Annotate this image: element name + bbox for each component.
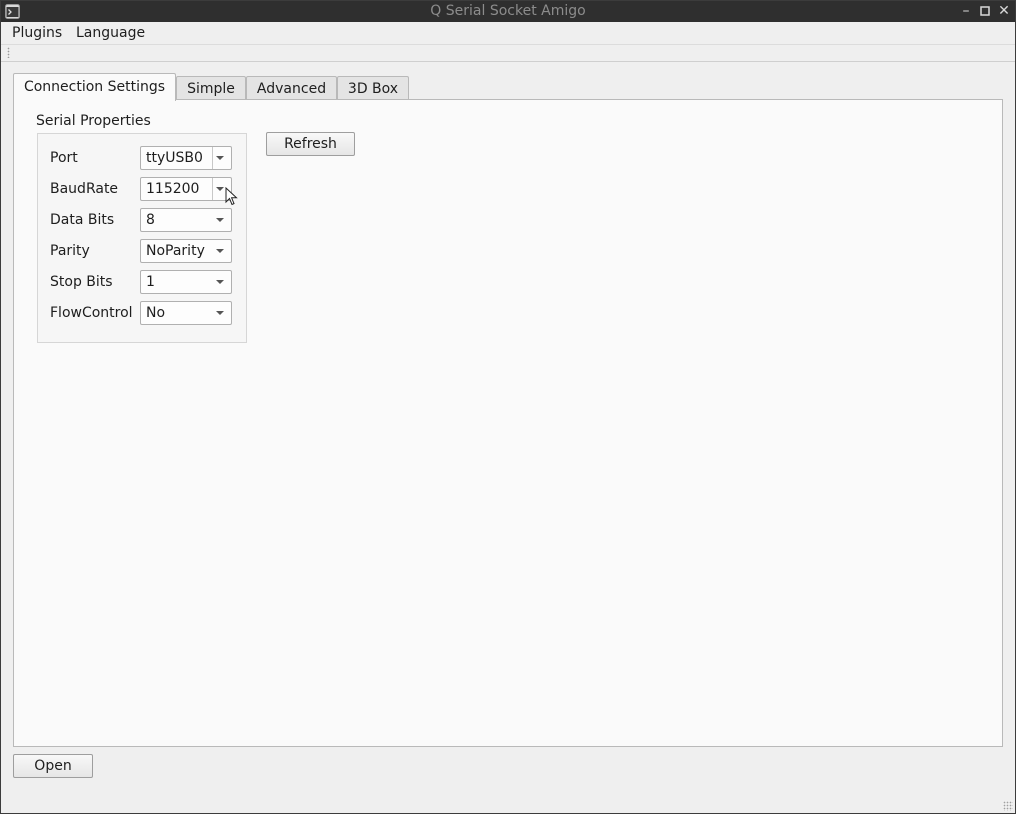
chevron-down-icon (216, 218, 224, 222)
chevron-down-icon (216, 311, 224, 315)
flowcontrol-value: No (146, 305, 166, 321)
combo-separator (212, 147, 213, 169)
menu-bar: Plugins Language (1, 22, 1015, 44)
close-icon[interactable]: ✕ (996, 3, 1012, 19)
tab-connection-settings[interactable]: Connection Settings (13, 73, 176, 101)
menu-language[interactable]: Language (76, 25, 145, 41)
tab-simple[interactable]: Simple (176, 76, 246, 101)
minimize-icon[interactable]: – (958, 3, 974, 19)
connection-settings-panel: Serial Properties Port ttyUSB0 BaudRate … (13, 99, 1003, 747)
chevron-down-icon (216, 280, 224, 284)
mouse-pointer-icon (225, 187, 238, 206)
flowcontrol-label: FlowControl (50, 305, 133, 321)
stop-bits-label: Stop Bits (50, 274, 113, 290)
flowcontrol-combo[interactable]: No (140, 301, 232, 325)
data-bits-value: 8 (146, 212, 155, 228)
chevron-down-icon[interactable] (216, 156, 224, 160)
main-window: Q Serial Socket Amigo – ✕ Plugins Langua… (0, 0, 1016, 814)
chevron-down-icon[interactable] (216, 187, 224, 191)
refresh-button[interactable]: Refresh (266, 132, 355, 156)
resize-grip[interactable] (1003, 801, 1013, 811)
data-bits-label: Data Bits (50, 212, 115, 228)
toolbar (1, 44, 1015, 62)
menu-plugins[interactable]: Plugins (12, 25, 62, 41)
parity-value: NoParity (146, 243, 205, 259)
maximize-glyph (980, 6, 990, 16)
stop-bits-combo[interactable]: 1 (140, 270, 232, 294)
baudrate-label: BaudRate (50, 181, 119, 197)
tab-3d-box[interactable]: 3D Box (337, 76, 409, 101)
baudrate-combo[interactable]: 115200 (140, 177, 232, 201)
baudrate-value: 115200 (146, 181, 200, 197)
tab-advanced[interactable]: Advanced (246, 76, 337, 101)
toolbar-grip[interactable] (7, 47, 10, 58)
combo-separator (212, 178, 213, 200)
serial-properties-title: Serial Properties (36, 113, 151, 129)
open-button[interactable]: Open (13, 754, 93, 778)
serial-properties-group: Port ttyUSB0 BaudRate 115200 Data Bits 8… (37, 133, 247, 343)
chevron-down-icon (216, 249, 224, 253)
maximize-icon[interactable] (977, 3, 993, 19)
data-bits-combo[interactable]: 8 (140, 208, 232, 232)
port-combo[interactable]: ttyUSB0 (140, 146, 232, 170)
parity-combo[interactable]: NoParity (140, 239, 232, 263)
port-label: Port (50, 150, 78, 166)
stop-bits-value: 1 (146, 274, 155, 290)
parity-label: Parity (50, 243, 90, 259)
window-title: Q Serial Socket Amigo (430, 3, 586, 19)
title-bar[interactable]: Q Serial Socket Amigo – ✕ (1, 1, 1015, 22)
port-value: ttyUSB0 (146, 150, 203, 166)
